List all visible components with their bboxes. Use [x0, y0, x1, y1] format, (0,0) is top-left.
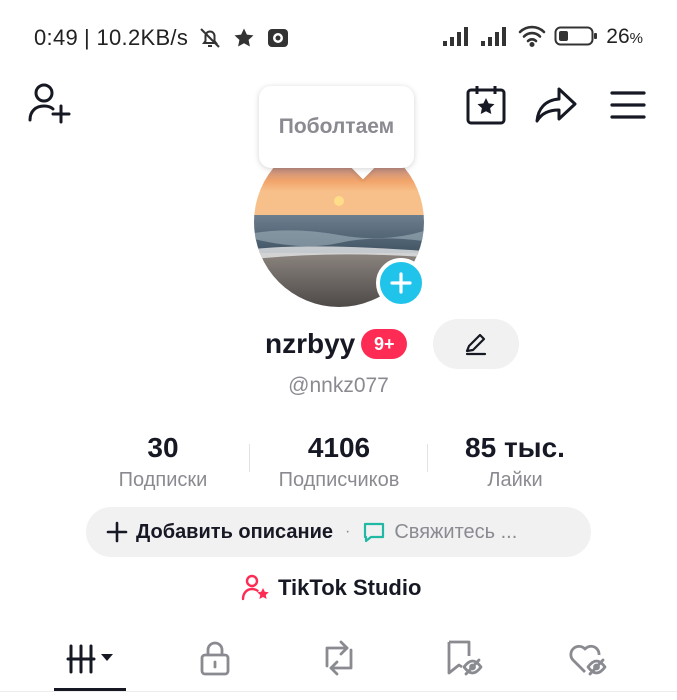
favorites-tab[interactable] [418, 628, 508, 688]
stat-divider [249, 444, 250, 472]
reposts-tab[interactable] [294, 628, 384, 688]
heart-hidden-icon [569, 644, 607, 676]
stat-likes[interactable]: 85 тыс. Лайки [440, 430, 590, 494]
share-icon[interactable] [532, 80, 580, 130]
bookmark-hidden-icon [447, 640, 483, 676]
liked-tab[interactable] [542, 628, 632, 688]
status-bar: 0:49 | 10.2KB/s 26% [0, 0, 677, 72]
profile-handle: @nnkz077 [288, 374, 389, 397]
chat-bubble-icon [362, 520, 386, 544]
grid-icon [66, 644, 113, 674]
add-friend-icon[interactable] [26, 78, 74, 128]
pencil-icon [465, 333, 487, 356]
signal-icon [442, 25, 472, 49]
contact-button[interactable]: Свяжитесь ... [394, 521, 517, 544]
status-time: 0:49 [34, 25, 79, 50]
camera-app-icon [266, 26, 290, 50]
profile-name-row: nzrbyy 9+ [265, 318, 408, 370]
videos-tab[interactable] [46, 628, 136, 688]
stat-value: 30 [147, 432, 179, 463]
bio-separator: · [345, 523, 351, 540]
status-tooltip[interactable]: Поболтаем [259, 86, 414, 168]
menu-icon[interactable] [604, 80, 652, 130]
edit-profile-button[interactable] [433, 319, 519, 369]
stat-label: Лайки [487, 469, 543, 491]
notification-badge[interactable]: 9+ [361, 329, 408, 359]
bell-off-icon [198, 26, 222, 50]
add-description-button[interactable]: Добавить описание [136, 521, 333, 544]
tabs-divider [0, 691, 677, 692]
profile-stats: 30 Подписки 4106 Подписчиков 85 тыс. Лай… [0, 430, 677, 496]
private-tab[interactable] [170, 628, 260, 688]
studio-label: TikTok Studio [278, 575, 422, 600]
stat-label: Подписки [118, 469, 208, 491]
studio-user-star-icon [240, 573, 270, 603]
battery-percent: 26 [606, 25, 630, 48]
stat-value: 85 тыс. [465, 432, 565, 463]
stat-divider [427, 444, 428, 472]
calendar-star-icon[interactable] [462, 80, 510, 130]
network-speed: | 10.2KB/s [84, 25, 189, 50]
bio-actions: Добавить описание · Свяжитесь ... [86, 507, 591, 557]
stat-following[interactable]: 30 Подписки [98, 430, 228, 494]
stat-followers[interactable]: 4106 Подписчиков [254, 430, 424, 494]
signal-icon [480, 25, 510, 49]
repost-icon [325, 640, 353, 676]
star-icon [232, 26, 256, 50]
wifi-icon [518, 25, 546, 49]
stat-label: Подписчиков [278, 469, 400, 491]
lock-icon [200, 641, 230, 676]
battery-unit: % [629, 30, 643, 47]
tiktok-studio-link[interactable]: TikTok Studio [240, 570, 421, 606]
add-avatar-button[interactable] [376, 258, 426, 308]
stat-value: 4106 [307, 432, 371, 463]
battery-icon [554, 25, 598, 49]
profile-username: nzrbyy [265, 328, 356, 359]
plus-icon [106, 521, 128, 543]
